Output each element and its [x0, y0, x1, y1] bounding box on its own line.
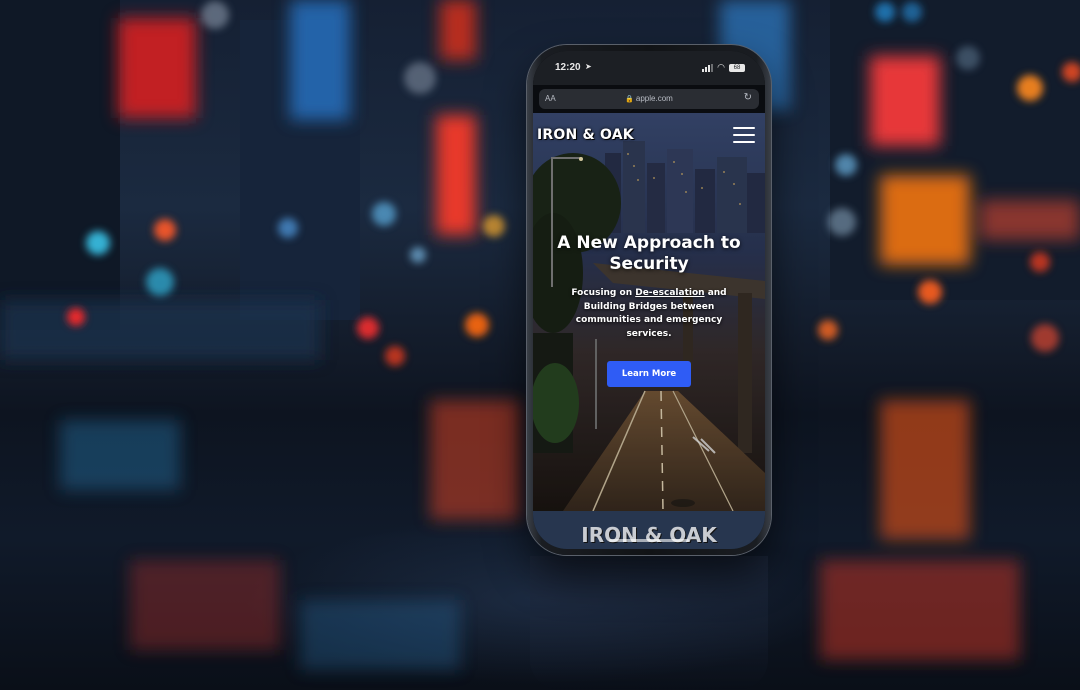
hero-subtitle: Focusing on De-escalation and Building B… [557, 287, 741, 341]
hero-section: IRON & OAK A New Approach to Security Fo… [533, 113, 765, 511]
hero-title: A New Approach to Security [557, 233, 741, 274]
url-bar[interactable]: AA 🔒 apple.com ↻ [539, 89, 759, 109]
wifi-icon: ◠ [717, 62, 725, 72]
reload-icon[interactable]: ↻ [744, 92, 752, 103]
location-arrow-icon: ➤ [585, 62, 592, 71]
site-logo[interactable]: IRON & OAK [537, 127, 634, 143]
phone-mockup: 12:20 ➤ ◠ 68 AA 🔒 apple.com ↻ IRON & OAK… [527, 45, 771, 555]
website: IRON & OAK A New Approach to Security Fo… [533, 113, 765, 549]
url-field[interactable]: 🔒 apple.com [539, 94, 759, 103]
learn-more-button[interactable]: Learn More [607, 361, 691, 387]
phone-screen: 12:20 ➤ ◠ 68 AA 🔒 apple.com ↻ IRON & OAK… [533, 51, 765, 549]
footer-logo: IRON & OAK [533, 511, 765, 549]
lock-icon: 🔒 [625, 96, 634, 103]
hero-subtitle-link[interactable]: De-escalation [635, 288, 704, 298]
battery-icon: 68 [729, 63, 745, 72]
status-bar: 12:20 ➤ ◠ 68 [533, 51, 765, 85]
hero-subtitle-text: Focusing on [571, 288, 636, 298]
phone-reflection [530, 556, 768, 690]
signal-icon [702, 63, 714, 72]
home-indicator[interactable] [609, 539, 689, 542]
status-icons: ◠ 68 [702, 62, 745, 73]
hamburger-menu-icon[interactable] [733, 127, 755, 143]
status-time: 12:20 [555, 62, 581, 73]
url-text: apple.com [635, 94, 673, 103]
